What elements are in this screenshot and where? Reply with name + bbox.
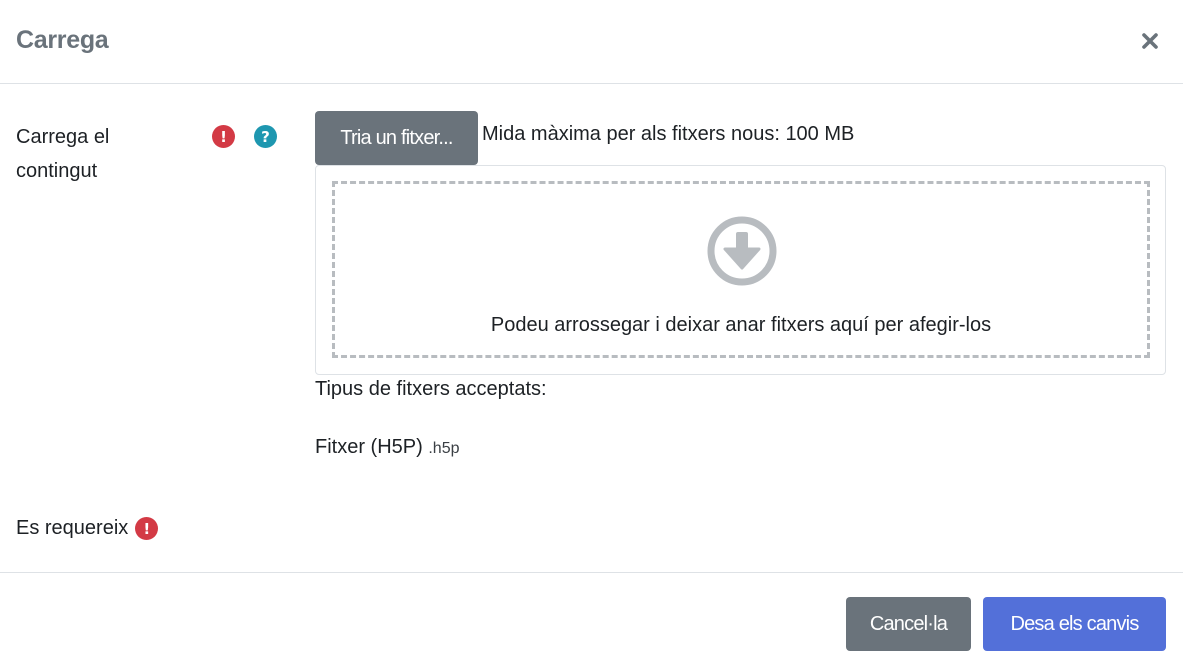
required-note: Es requereix ! — [16, 517, 159, 540]
max-size-text: Mida màxima per als fitxers nous: 100 MB — [482, 123, 855, 145]
accepted-type-item: Fitxer (H5P) .h5p — [315, 436, 460, 459]
choose-file-button[interactable]: Tria un fitxer... — [315, 111, 478, 165]
required-note-icon: ! — [135, 517, 159, 540]
modal-body: Carrega el contingut ! ? Tria un fitxer.… — [0, 84, 1183, 572]
modal-footer: Cancel·la Desa els canvis — [0, 572, 1183, 667]
filemanager-container: Podeu arrossegar i deixar anar fitxers a… — [315, 165, 1166, 375]
modal-title: Carrega — [16, 26, 109, 54]
arrow-circle-down-icon — [707, 216, 777, 286]
save-changes-button[interactable]: Desa els canvis — [983, 597, 1166, 651]
accepted-type-name: Fitxer (H5P) — [315, 436, 423, 458]
dropzone-text: Podeu arrossegar i deixar anar fitxers a… — [490, 314, 992, 336]
field-label: Carrega el contingut — [16, 126, 110, 182]
upload-modal: Carrega Carrega el contingut ! ? Tria un… — [0, 0, 1183, 667]
file-dropzone[interactable]: Podeu arrossegar i deixar anar fitxers a… — [332, 181, 1150, 358]
accepted-type-extension: .h5p — [428, 440, 460, 457]
required-note-text: Es requereix — [16, 517, 129, 539]
required-icon: ! — [212, 125, 235, 148]
accepted-types-title: Tipus de fitxers acceptats: — [315, 378, 547, 400]
help-icon[interactable]: ? — [254, 125, 277, 148]
times-icon — [1142, 33, 1158, 49]
modal-header: Carrega — [0, 0, 1183, 84]
close-button[interactable] — [1139, 28, 1161, 54]
cancel-button[interactable]: Cancel·la — [846, 597, 971, 651]
